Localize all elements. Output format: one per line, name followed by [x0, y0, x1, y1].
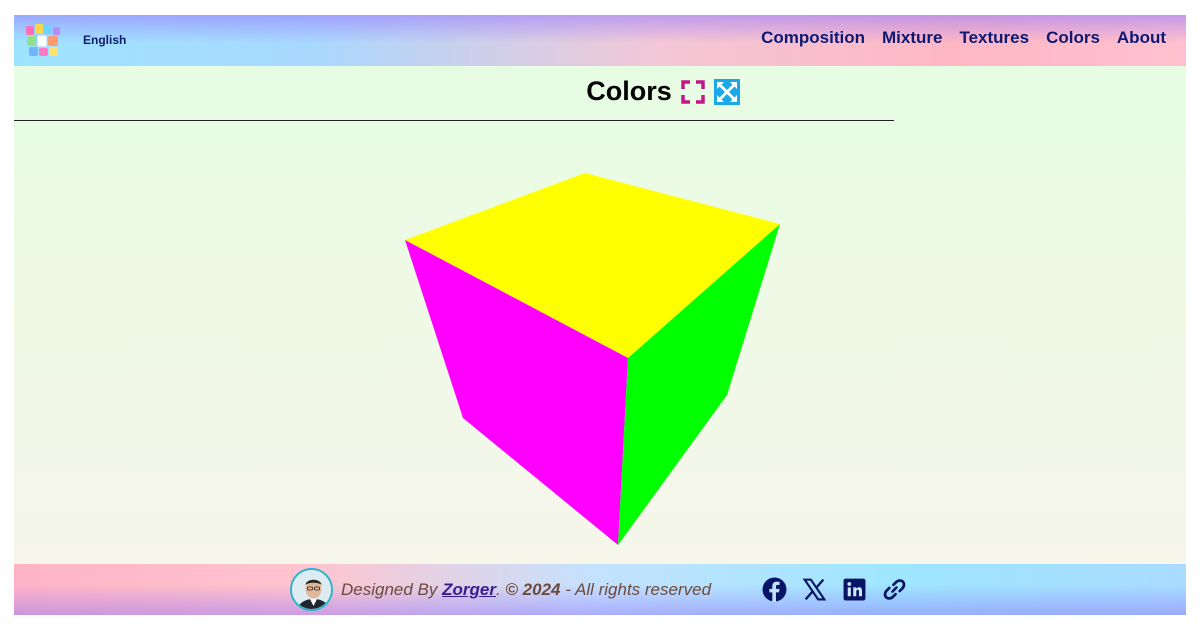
app-logo-icon[interactable]: [25, 22, 61, 58]
facebook-icon[interactable]: [762, 577, 787, 602]
credit-prefix: Designed By: [341, 580, 443, 599]
color-cube[interactable]: [390, 165, 780, 555]
link-icon[interactable]: [882, 577, 907, 602]
page-title: Colors: [586, 76, 672, 106]
nav-textures[interactable]: Textures: [959, 28, 1029, 48]
page-frame: English Composition Mixture Textures Col…: [14, 15, 1186, 615]
title-divider: [14, 120, 894, 121]
main-content: Colors: [14, 66, 1186, 564]
nav-mixture[interactable]: Mixture: [882, 28, 942, 48]
language-selector[interactable]: English: [83, 33, 126, 47]
linkedin-icon[interactable]: [842, 577, 867, 602]
copyright-year: © 2024: [505, 580, 561, 599]
nav-composition[interactable]: Composition: [761, 28, 865, 48]
header: English Composition Mixture Textures Col…: [14, 15, 1186, 66]
x-icon[interactable]: [802, 577, 827, 602]
main-nav: Composition Mixture Textures Colors Abou…: [761, 28, 1166, 48]
footer: Designed By Zorger. © 2024 - All rights …: [14, 564, 1186, 615]
author-link[interactable]: Zorger: [442, 580, 496, 599]
fullscreen-icon[interactable]: [680, 79, 706, 105]
credit-suffix: - All rights reserved: [560, 580, 712, 599]
footer-credit: Designed By Zorger. © 2024 - All rights …: [341, 580, 711, 600]
author-avatar[interactable]: [290, 568, 333, 611]
nav-colors[interactable]: Colors: [1046, 28, 1100, 48]
nav-about[interactable]: About: [1117, 28, 1166, 48]
social-links: [762, 577, 907, 602]
expand-arrows-icon[interactable]: [713, 78, 740, 105]
title-row: Colors: [14, 76, 1186, 107]
credit-dot: .: [495, 580, 506, 599]
